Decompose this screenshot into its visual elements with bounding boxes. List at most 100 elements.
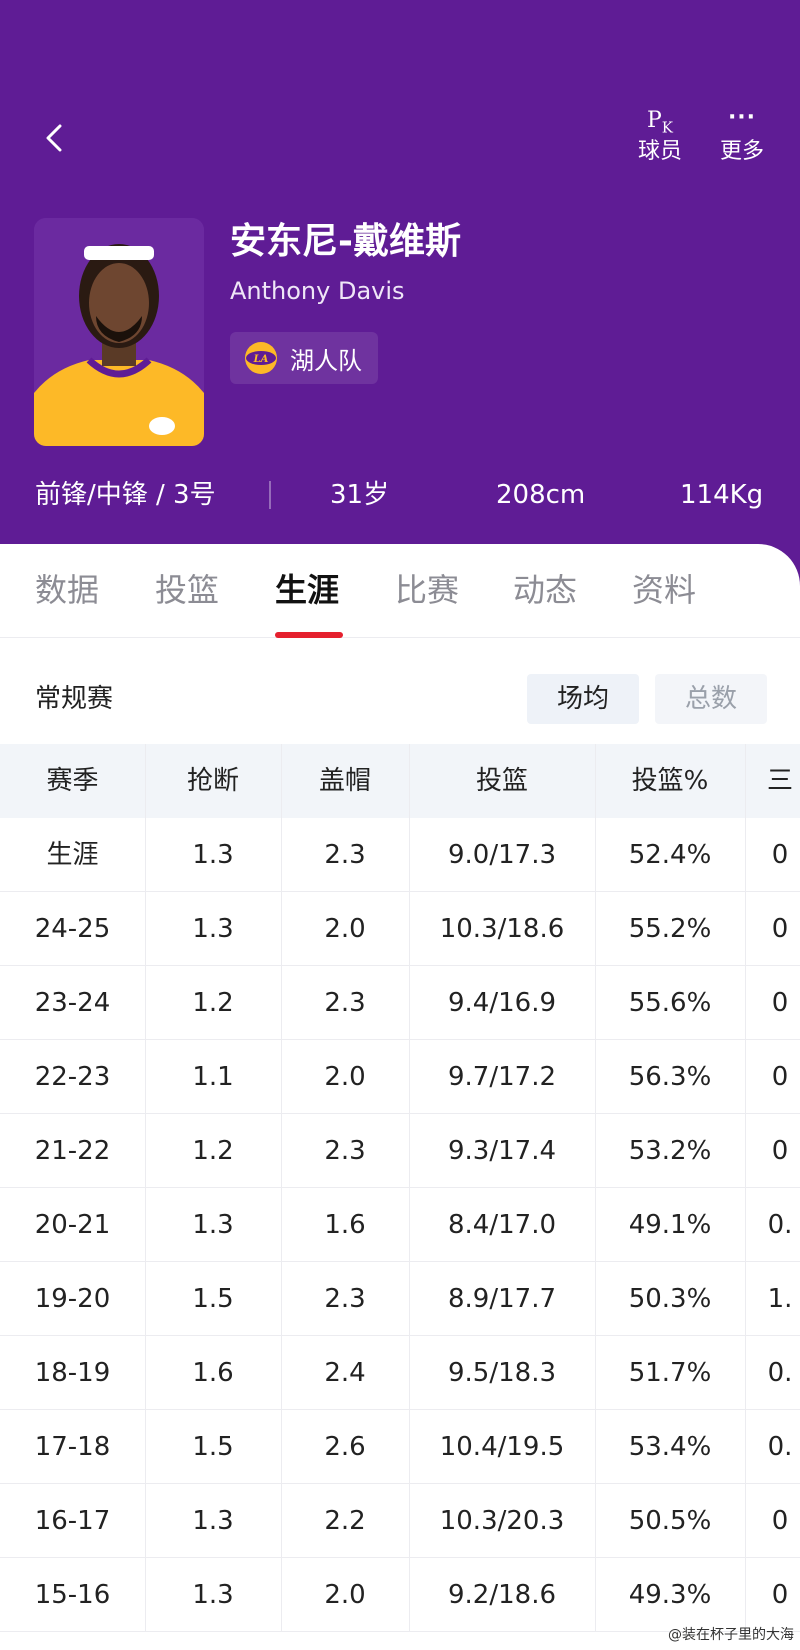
player-name-en: Anthony Davis bbox=[230, 277, 405, 305]
tab-shooting[interactable]: 投篮 bbox=[155, 568, 219, 612]
table-cell: 21-22 bbox=[34, 1136, 111, 1166]
tab-games[interactable]: 比赛 bbox=[395, 568, 459, 612]
total-toggle[interactable]: 总数 bbox=[655, 674, 767, 724]
tab-bar: 数据 投篮 生涯 比赛 动态 资料 bbox=[0, 544, 800, 638]
table-cell: 53.4% bbox=[628, 1432, 712, 1462]
table-cell: 2.3 bbox=[324, 840, 366, 870]
svg-text:LA: LA bbox=[253, 354, 269, 365]
table-row[interactable]: 16-17 1.3 2.2 10.3/20.3 50.5% 0 bbox=[0, 1484, 800, 1558]
player-avatar bbox=[34, 218, 204, 446]
table-cell: 1.3 bbox=[192, 1210, 234, 1240]
player-header: PK 球员 ··· 更多 安东尼-戴维斯 Anthony Davis LA 湖人… bbox=[0, 0, 800, 600]
table-cell: 2.0 bbox=[324, 1062, 366, 1092]
table-cell: 1.5 bbox=[192, 1432, 234, 1462]
column-header: 抢断 bbox=[186, 766, 239, 796]
more-label: 更多 bbox=[719, 139, 764, 164]
table-row[interactable]: 21-22 1.2 2.3 9.3/17.4 53.2% 0 bbox=[0, 1114, 800, 1188]
column-header: 赛季 bbox=[46, 766, 99, 796]
table-row[interactable]: 生涯 1.3 2.3 9.0/17.3 52.4% 0 bbox=[0, 818, 800, 892]
table-cell: 1.6 bbox=[192, 1358, 234, 1388]
column-header: 盖帽 bbox=[318, 766, 371, 796]
table-cell: 52.4% bbox=[628, 840, 712, 870]
more-button[interactable]: ··· 更多 bbox=[710, 106, 774, 168]
column-header: 投篮% bbox=[631, 766, 709, 796]
table-cell: 0 bbox=[771, 914, 789, 944]
table-cell: 2.6 bbox=[324, 1432, 366, 1462]
table-cell: 2.0 bbox=[324, 1580, 366, 1610]
table-cell: 0. bbox=[767, 1210, 793, 1240]
table-cell: 8.9/17.7 bbox=[448, 1284, 556, 1314]
player-info-row: 前锋/中锋 / 3号 31岁 208cm 114Kg bbox=[0, 470, 800, 520]
player-age: 31岁 bbox=[330, 480, 390, 510]
table-cell: 2.0 bbox=[324, 914, 366, 944]
table-cell: 生涯 bbox=[46, 840, 99, 870]
content-sheet: 数据 投篮 生涯 比赛 动态 资料 常规赛 场均 总数 赛季 抢断 盖帽 投篮 投篮% 三… bbox=[0, 544, 800, 1650]
position-number: 前锋/中锋 / 3号 bbox=[35, 480, 216, 510]
table-cell: 1.6 bbox=[324, 1210, 366, 1240]
column-header: 投篮 bbox=[475, 766, 528, 796]
table-cell: 0. bbox=[767, 1432, 793, 1462]
table-cell: 50.3% bbox=[628, 1284, 712, 1314]
watermark: @装在杯子里的大海 bbox=[668, 1627, 794, 1643]
table-cell: 10.3/20.3 bbox=[439, 1506, 565, 1536]
table-cell: 1.3 bbox=[192, 1506, 234, 1536]
table-cell: 16-17 bbox=[34, 1506, 111, 1536]
table-cell: 15-16 bbox=[34, 1580, 111, 1610]
table-cell: 10.4/19.5 bbox=[439, 1432, 565, 1462]
table-cell: 1.3 bbox=[192, 840, 234, 870]
table-cell: 0 bbox=[771, 1580, 789, 1610]
pk-player-button[interactable]: PK 球员 bbox=[628, 106, 692, 168]
table-cell: 56.3% bbox=[628, 1062, 712, 1092]
table-cell: 0. bbox=[767, 1358, 793, 1388]
table-cell: 2.2 bbox=[324, 1506, 366, 1536]
table-cell: 19-20 bbox=[34, 1284, 111, 1314]
table-row[interactable]: 22-23 1.1 2.0 9.7/17.2 56.3% 0 bbox=[0, 1040, 800, 1114]
table-row[interactable]: 17-18 1.5 2.6 10.4/19.5 53.4% 0. bbox=[0, 1410, 800, 1484]
table-cell: 2.3 bbox=[324, 1136, 366, 1166]
tab-news[interactable]: 动态 bbox=[513, 568, 577, 612]
table-cell: 24-25 bbox=[34, 914, 111, 944]
table-cell: 2.3 bbox=[324, 988, 366, 1018]
column-header: 三 bbox=[766, 766, 793, 796]
table-cell: 1.3 bbox=[192, 914, 234, 944]
player-photo-icon bbox=[34, 218, 204, 446]
table-cell: 1. bbox=[767, 1284, 793, 1314]
table-cell: 51.7% bbox=[628, 1358, 712, 1388]
pk-label: 球员 bbox=[637, 139, 682, 164]
team-chip[interactable]: LA 湖人队 bbox=[230, 332, 378, 384]
table-cell: 9.0/17.3 bbox=[448, 840, 556, 870]
table-row[interactable]: 20-21 1.3 1.6 8.4/17.0 49.1% 0. bbox=[0, 1188, 800, 1262]
table-cell: 1.3 bbox=[192, 1580, 234, 1610]
table-cell: 1.2 bbox=[192, 988, 234, 1018]
table-cell: 55.6% bbox=[628, 988, 712, 1018]
player-height: 208cm bbox=[496, 480, 586, 510]
table-cell: 55.2% bbox=[628, 914, 712, 944]
per-game-toggle[interactable]: 场均 bbox=[527, 674, 639, 724]
table-row[interactable]: 19-20 1.5 2.3 8.9/17.7 50.3% 1. bbox=[0, 1262, 800, 1336]
table-row[interactable]: 24-25 1.3 2.0 10.3/18.6 55.2% 0 bbox=[0, 892, 800, 966]
table-cell: 9.7/17.2 bbox=[448, 1062, 556, 1092]
section-title: 常规赛 bbox=[35, 684, 114, 714]
career-stats-table: 赛季 抢断 盖帽 投篮 投篮% 三生涯 1.3 2.3 9.0/17.3 52.4% 0 24-25 1… bbox=[0, 744, 800, 1632]
tab-career[interactable]: 生涯 bbox=[275, 568, 339, 612]
tab-profile[interactable]: 资料 bbox=[632, 568, 696, 612]
table-cell: 49.3% bbox=[628, 1580, 712, 1610]
table-row[interactable]: 18-19 1.6 2.4 9.5/18.3 51.7% 0. bbox=[0, 1336, 800, 1410]
player-name-cn: 安东尼-戴维斯 bbox=[230, 221, 461, 262]
tab-stats[interactable]: 数据 bbox=[35, 568, 99, 612]
back-arrow-icon[interactable] bbox=[36, 118, 76, 158]
table-cell: 9.5/18.3 bbox=[448, 1358, 556, 1388]
info-divider bbox=[269, 481, 271, 509]
table-cell: 9.4/16.9 bbox=[448, 988, 556, 1018]
table-cell: 1.1 bbox=[192, 1062, 234, 1092]
table-cell: 0 bbox=[771, 1506, 789, 1536]
table-row[interactable]: 23-24 1.2 2.3 9.4/16.9 55.6% 0 bbox=[0, 966, 800, 1040]
table-cell: 2.3 bbox=[324, 1284, 366, 1314]
table-cell: 23-24 bbox=[34, 988, 111, 1018]
table-cell: 9.3/17.4 bbox=[448, 1136, 556, 1166]
table-cell: 22-23 bbox=[34, 1062, 111, 1092]
table-cell: 49.1% bbox=[628, 1210, 712, 1240]
table-cell: 0 bbox=[771, 988, 789, 1018]
table-row[interactable]: 15-16 1.3 2.0 9.2/18.6 49.3% 0 bbox=[0, 1558, 800, 1632]
active-tab-indicator bbox=[275, 632, 343, 638]
